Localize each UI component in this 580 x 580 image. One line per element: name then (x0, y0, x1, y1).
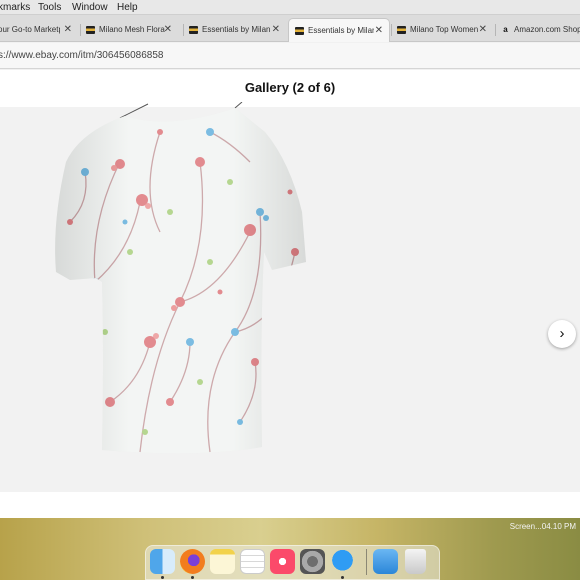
hanger-line (234, 102, 243, 109)
trash-icon[interactable] (405, 549, 426, 574)
menu-bookmarks[interactable]: kmarks (0, 0, 30, 15)
tab-essentials-by-milano-active[interactable]: Essentials by Milano ✕ (288, 18, 390, 42)
hanger-line (119, 103, 149, 119)
messages-icon[interactable] (330, 549, 355, 574)
dock-divider (366, 549, 367, 575)
menu-help[interactable]: Help (117, 0, 138, 15)
menu-tools[interactable]: Tools (38, 0, 61, 15)
running-indicator (341, 576, 344, 579)
tab-amazon[interactable]: a Amazon.com Shopp (495, 18, 580, 42)
music-icon[interactable] (270, 549, 295, 574)
reminders-icon[interactable] (240, 549, 265, 574)
next-image-button[interactable]: › (548, 320, 576, 348)
tab-strip: our Go-to Marketp ✕ Milano Mesh Floral ✕… (0, 15, 580, 42)
menu-window[interactable]: Window (72, 0, 108, 15)
shop-favicon-icon (295, 26, 304, 35)
tab-title: our Go-to Marketp (0, 25, 60, 34)
address-bar[interactable]: s://www.ebay.com/itm/306456086858 (0, 43, 580, 69)
tab-title: Milano Top Women (410, 25, 478, 34)
downloads-folder-icon[interactable] (373, 549, 398, 574)
finder-icon[interactable] (150, 549, 175, 574)
tab-marketplace[interactable]: our Go-to Marketp ✕ (0, 18, 78, 42)
tab-milano-top-women[interactable]: Milano Top Women ✕ (391, 18, 493, 42)
shop-favicon-icon (86, 25, 95, 34)
system-preferences-icon[interactable] (300, 549, 325, 574)
tab-title: Essentials by Milano (308, 26, 374, 35)
close-icon[interactable]: ✕ (164, 18, 172, 42)
screenshot-file-label[interactable]: Screen...04.10 PM (510, 522, 576, 531)
url-text[interactable]: s://www.ebay.com/itm/306456086858 (0, 50, 163, 61)
product-image-floral-tshirt[interactable] (50, 102, 312, 460)
tab-essentials-by-milano-1[interactable]: Essentials by Milano ✕ (183, 18, 286, 42)
menu-bar: kmarks Tools Window Help (0, 0, 580, 15)
close-icon[interactable]: ✕ (375, 19, 383, 42)
firefox-icon[interactable] (180, 549, 205, 574)
notes-icon[interactable] (210, 549, 235, 574)
shirt-fabric (55, 108, 306, 454)
tab-title: Essentials by Milano (202, 25, 270, 34)
tab-title: Amazon.com Shopp (514, 25, 580, 34)
close-icon[interactable]: ✕ (64, 18, 72, 42)
close-icon[interactable]: ✕ (479, 18, 487, 42)
amazon-favicon-icon: a (503, 25, 508, 35)
running-indicator (161, 576, 164, 579)
gallery-title: Gallery (2 of 6) (244, 80, 336, 95)
shop-favicon-icon (189, 25, 198, 34)
tab-milano-mesh-floral[interactable]: Milano Mesh Floral ✕ (80, 18, 178, 42)
running-indicator (191, 576, 194, 579)
shop-favicon-icon (397, 25, 406, 34)
tab-title: Milano Mesh Floral (99, 25, 165, 34)
close-icon[interactable]: ✕ (272, 18, 280, 42)
